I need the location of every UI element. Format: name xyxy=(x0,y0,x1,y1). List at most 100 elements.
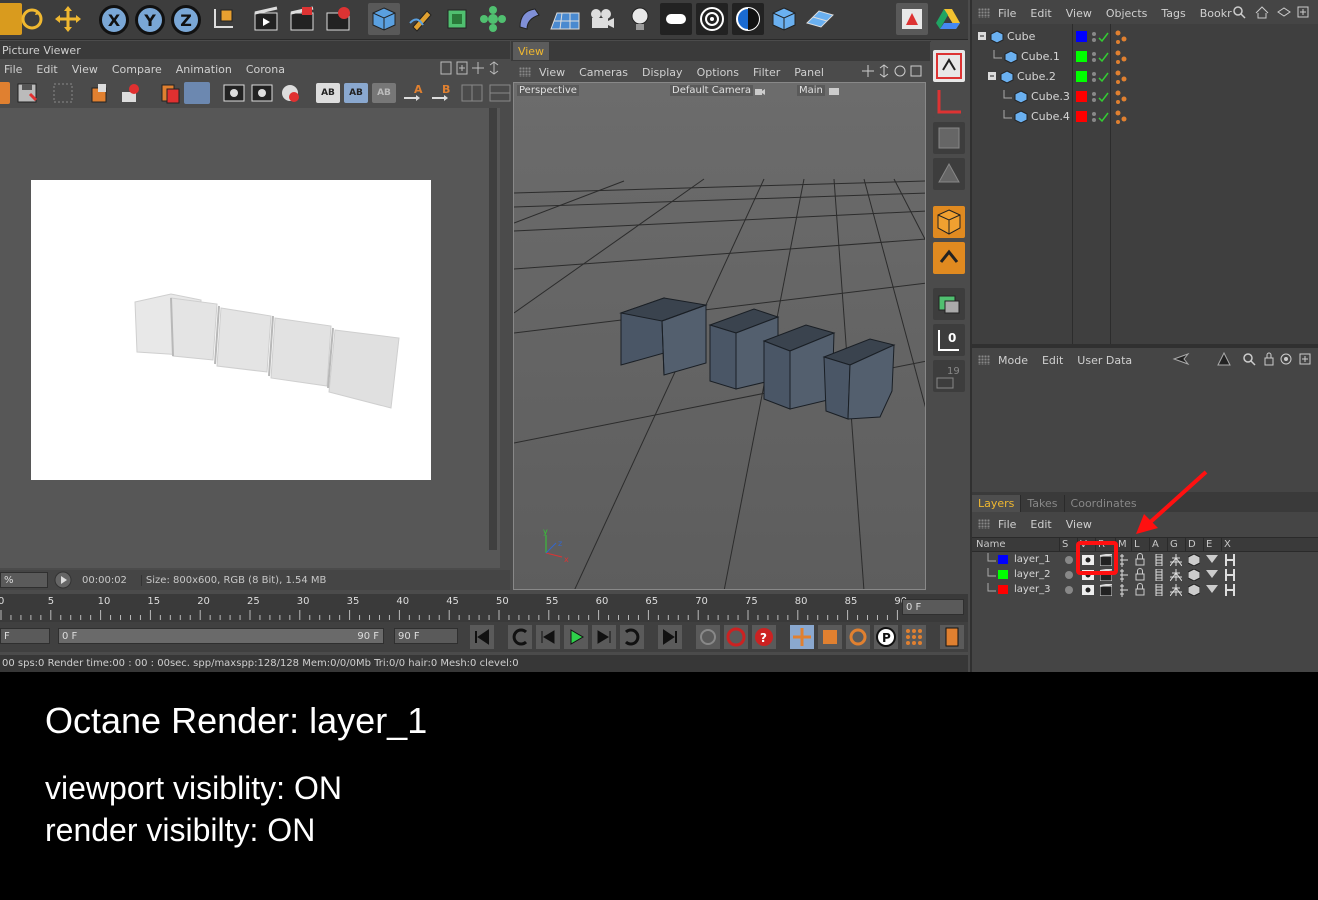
frame-range-slider[interactable]: 0 F 90 F xyxy=(58,628,384,644)
pv-menu-animation[interactable]: Animation xyxy=(176,63,232,76)
expressions-icon[interactable] xyxy=(1206,585,1218,595)
vp-menu-cameras[interactable]: Cameras xyxy=(579,66,628,79)
tree-expand-icon[interactable] xyxy=(976,30,990,44)
ab-flip-icon[interactable] xyxy=(488,82,512,104)
lock-icon[interactable] xyxy=(1134,553,1146,566)
current-frame-field[interactable]: 0 F xyxy=(902,599,964,615)
material-tag-icon[interactable] xyxy=(1114,109,1128,125)
vp-menu-panel[interactable]: Panel xyxy=(794,66,824,79)
vp-menu-options[interactable]: Options xyxy=(697,66,739,79)
add-panel-icon[interactable] xyxy=(456,61,468,75)
tree-expand-icon[interactable] xyxy=(986,70,1000,84)
cloner-icon[interactable] xyxy=(477,3,509,35)
tab-coordinates[interactable]: Coordinates xyxy=(1063,495,1143,512)
am-menu-edit[interactable]: Edit xyxy=(1042,354,1063,367)
model-mode-button[interactable] xyxy=(933,206,965,238)
cube-primitive-icon[interactable] xyxy=(368,3,400,35)
visibility-dots-icon[interactable] xyxy=(1090,50,1110,64)
expand-icon[interactable] xyxy=(488,61,500,75)
render-region-icon[interactable] xyxy=(90,82,114,104)
workplane-icon[interactable] xyxy=(933,158,965,190)
layer-color-swatch[interactable] xyxy=(1076,51,1087,62)
layer-color-swatch[interactable] xyxy=(1076,91,1087,102)
z-axis-lock-button[interactable]: Z xyxy=(171,5,201,35)
object-row[interactable]: Cube.1 xyxy=(972,47,1318,67)
octane-plane-icon[interactable] xyxy=(804,3,836,35)
object-row[interactable]: Cube.2 xyxy=(972,67,1318,87)
texture-mode-icon[interactable] xyxy=(933,122,965,154)
points-mode-icon[interactable] xyxy=(933,288,965,320)
save-icon[interactable] xyxy=(16,82,40,104)
layer-column-s[interactable]: S xyxy=(1062,539,1068,550)
animation-icon[interactable] xyxy=(1154,554,1164,566)
layer-column-l[interactable]: L xyxy=(1134,539,1140,550)
render-view-icon[interactable] xyxy=(250,3,282,35)
generators-icon[interactable] xyxy=(1170,554,1182,566)
layer-name[interactable]: layer_2 xyxy=(1014,569,1050,580)
panel-icon[interactable] xyxy=(440,61,452,75)
object-mode-button[interactable] xyxy=(933,242,965,274)
om-menu-edit[interactable]: Edit xyxy=(1030,7,1051,20)
lm-menu-file[interactable]: File xyxy=(998,518,1016,531)
lm-grip[interactable] xyxy=(978,519,990,529)
pv-menu-edit[interactable]: Edit xyxy=(36,63,57,76)
viewport-grip[interactable] xyxy=(519,67,531,77)
generators-icon[interactable] xyxy=(1170,569,1182,581)
ab-swap-icon[interactable]: AB xyxy=(372,83,396,103)
set-b-icon[interactable]: B xyxy=(430,82,456,104)
xref-icon[interactable] xyxy=(1224,554,1236,566)
google-drive-icon[interactable] xyxy=(932,3,964,35)
layer-column-a[interactable]: A xyxy=(1152,539,1159,550)
timeline-ruler[interactable]: 0 5 10 15 20 25 30 35 40 45 50 55 60 65 70 75 80 85 90 0 F xyxy=(0,594,968,622)
visibility-dots-icon[interactable] xyxy=(1090,30,1110,44)
layer-column-g[interactable]: G xyxy=(1170,539,1178,550)
om-menu-objects[interactable]: Objects xyxy=(1106,7,1148,20)
move-panel-icon[interactable] xyxy=(472,61,484,75)
y-axis-lock-button[interactable]: Y xyxy=(135,5,165,35)
layer-color-swatch[interactable] xyxy=(998,555,1008,564)
snapshot-delete-icon[interactable] xyxy=(278,82,302,104)
set-a-icon[interactable]: A xyxy=(402,82,428,104)
generators-icon[interactable] xyxy=(1170,584,1182,596)
object-row[interactable]: Cube.4 xyxy=(972,107,1318,127)
eye-icon[interactable] xyxy=(1082,584,1094,596)
om-menu-bookmarks[interactable]: Bookr xyxy=(1200,7,1232,20)
move-icon[interactable] xyxy=(52,3,84,35)
ab-compare-icon[interactable] xyxy=(120,82,144,104)
viewport-tab[interactable]: View xyxy=(513,42,549,60)
locked-workplane-icon[interactable]: 19 xyxy=(933,360,965,392)
am-grip[interactable] xyxy=(978,355,990,365)
om-header-icons[interactable] xyxy=(1232,5,1318,19)
lock-icon[interactable] xyxy=(1134,568,1146,581)
am-menu-mode[interactable]: Mode xyxy=(998,354,1028,367)
am-menu-user-data[interactable]: User Data xyxy=(1077,354,1132,367)
pv-menu-corona[interactable]: Corona xyxy=(246,63,285,76)
start-frame-field[interactable]: F xyxy=(0,628,50,644)
material-tag-icon[interactable] xyxy=(1114,69,1128,85)
visibility-dots-icon[interactable] xyxy=(1090,70,1110,84)
x-axis-lock-button[interactable]: X xyxy=(99,5,129,35)
material-tag-icon[interactable] xyxy=(1114,29,1128,45)
visibility-dots-icon[interactable] xyxy=(1090,90,1110,104)
material-tag-icon[interactable] xyxy=(1114,49,1128,65)
om-menu-tags[interactable]: Tags xyxy=(1161,7,1185,20)
take-label[interactable]: Main xyxy=(797,85,825,96)
om-menu-view[interactable]: View xyxy=(1066,7,1092,20)
render-picture-viewer-icon[interactable] xyxy=(286,3,318,35)
layout-icon[interactable] xyxy=(896,3,928,35)
expressions-icon[interactable] xyxy=(1206,555,1218,565)
layer-column-d[interactable]: D xyxy=(1188,539,1196,550)
animation-icon[interactable] xyxy=(1154,584,1164,596)
pen-spline-icon[interactable] xyxy=(405,3,437,35)
pv-menu-view[interactable]: View xyxy=(72,63,98,76)
snapshot-icon[interactable] xyxy=(222,82,246,104)
make-editable-icon[interactable] xyxy=(933,50,965,82)
animation-icon[interactable] xyxy=(1154,569,1164,581)
transport-controls[interactable]: ? P xyxy=(468,624,968,650)
deformers-icon[interactable] xyxy=(1188,569,1200,581)
xref-icon[interactable] xyxy=(1224,569,1236,581)
layer-row[interactable]: layer_3 xyxy=(972,583,1318,598)
lm-menu-view[interactable]: View xyxy=(1066,518,1092,531)
pv-menu-file[interactable]: File xyxy=(4,63,22,76)
play-icon[interactable] xyxy=(54,571,72,589)
